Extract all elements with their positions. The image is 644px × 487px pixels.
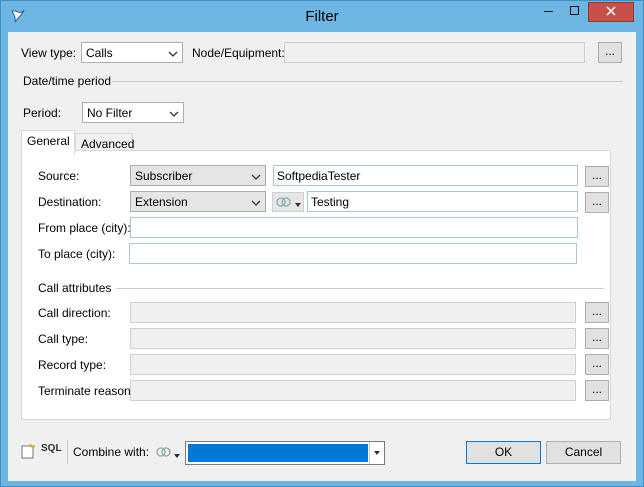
maximize-icon [570,5,580,19]
period-label: Period: [23,106,62,120]
call-type-label: Call type: [38,332,89,346]
source-type-select[interactable]: Subscriber [130,165,266,186]
chevron-down-icon [169,108,179,118]
source-value-field[interactable]: SoftpediaTester [273,165,578,186]
node-browse-button[interactable]: ... [598,42,622,63]
call-type-field[interactable] [130,328,576,349]
link-icon [156,446,172,461]
period-select[interactable]: No Filter [82,102,184,123]
chevron-down-icon [294,198,302,212]
section-divider [116,288,604,289]
period-value: No Filter [87,106,133,120]
terminate-reason-label: Terminate reason: [38,384,135,398]
chevron-down-icon [251,197,261,207]
call-attributes-section-label: Call attributes [38,281,112,295]
from-place-label: From place (city): [38,221,131,235]
ok-button[interactable]: OK [466,441,541,464]
chevron-down-icon [173,449,181,463]
node-equipment-field[interactable] [284,42,585,63]
filter-window: Filter View type: Calls Node/Equipment: … [0,0,644,487]
chevron-down-icon [369,442,384,464]
call-direction-label: Call direction: [38,306,111,320]
combine-operator-dropdown[interactable] [154,442,182,462]
new-filter-icon [20,443,36,462]
from-place-field[interactable] [130,217,578,238]
destination-type-value: Extension [135,195,188,209]
destination-type-select[interactable]: Extension [130,191,266,212]
source-label: Source: [38,169,80,183]
title-bar: Filter [1,1,643,32]
sql-icon: SQL [41,443,62,454]
to-place-field[interactable] [129,243,577,264]
general-tab-panel: Source: Subscriber SoftpediaTester ... D… [21,150,611,420]
source-browse-button[interactable]: ... [585,166,609,187]
destination-browse-button[interactable]: ... [585,192,609,213]
call-direction-field[interactable] [130,302,576,323]
record-type-label: Record type: [38,358,107,372]
terminate-reason-browse-button[interactable]: ... [585,380,609,401]
destination-label: Destination: [38,195,102,209]
combine-with-label: Combine with: [73,445,150,459]
view-type-value: Calls [86,46,113,60]
chevron-down-icon [168,48,178,58]
chevron-down-icon [251,171,261,181]
minimize-icon [544,5,554,19]
cancel-button[interactable]: Cancel [546,441,621,464]
record-type-browse-button[interactable]: ... [585,354,609,375]
view-type-label: View type: [21,46,77,60]
sql-button[interactable]: SQL [41,443,62,454]
call-direction-browse-button[interactable]: ... [585,302,609,323]
maximize-button[interactable] [562,2,588,22]
node-equipment-label: Node/Equipment: [192,46,285,60]
record-type-field[interactable] [130,354,576,375]
call-type-browse-button[interactable]: ... [585,328,609,349]
minimize-button[interactable] [536,2,562,22]
datetime-section-label: Date/time period [23,74,112,88]
tab-general[interactable]: General [21,130,75,154]
to-place-label: To place (city): [38,247,116,261]
footer-divider [67,440,68,464]
link-icon [276,196,292,211]
view-type-select[interactable]: Calls [81,42,183,63]
terminate-reason-field[interactable] [130,380,576,401]
close-icon [606,5,616,19]
destination-value-field[interactable]: Testing [307,191,578,212]
selection-highlight [188,444,368,462]
link-operator-dropdown[interactable] [272,192,304,212]
source-type-value: Subscriber [135,169,193,183]
combine-with-select[interactable] [185,441,385,465]
close-button[interactable] [588,2,634,22]
section-divider [112,81,623,82]
dialog-body: View type: Calls Node/Equipment: ... Dat… [8,32,636,481]
new-filter-button[interactable] [20,443,36,462]
